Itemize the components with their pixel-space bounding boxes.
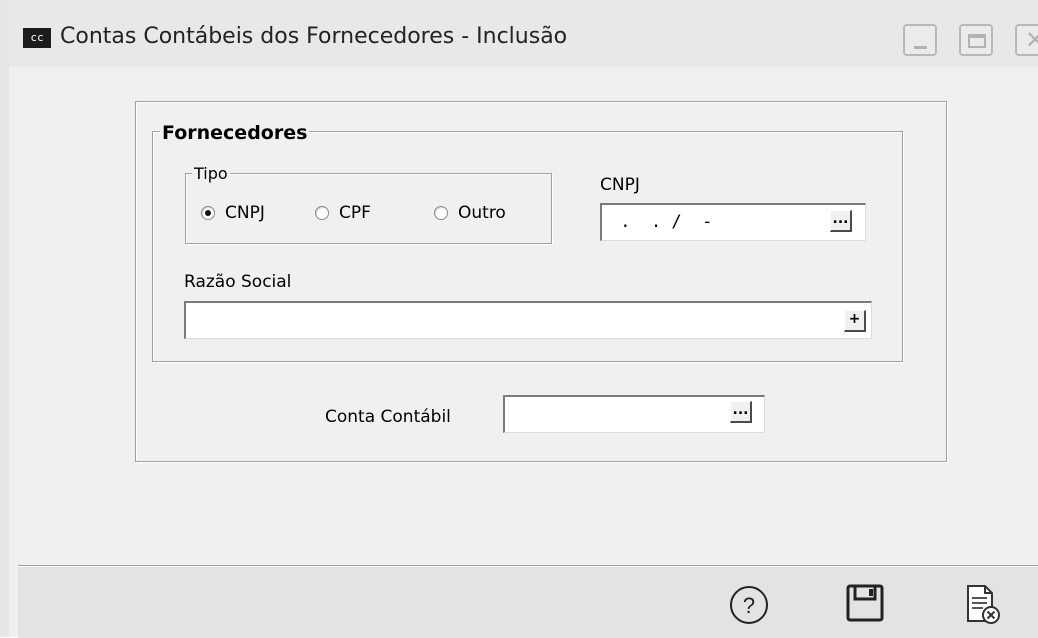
cancel-button[interactable] xyxy=(963,583,1007,627)
conta-contabil-lookup-button[interactable]: ... xyxy=(730,401,752,423)
save-button[interactable] xyxy=(844,583,888,627)
radio-cnpj-label: CNPJ xyxy=(225,203,265,223)
window-title: Contas Contábeis dos Fornecedores - Incl… xyxy=(60,24,568,49)
svg-text:?: ? xyxy=(743,593,755,618)
close-icon: ✕ xyxy=(1024,26,1038,54)
conta-contabil-label: Conta Contábil xyxy=(325,407,451,427)
title-bar[interactable]: cc Contas Contábeis dos Fornecedores - I… xyxy=(9,0,1038,67)
fornecedores-group-title: Fornecedores xyxy=(160,122,310,144)
cnpj-input[interactable]: . . / - xyxy=(600,203,866,241)
radio-checked-icon xyxy=(201,206,215,220)
save-icon xyxy=(846,584,884,622)
radio-unchecked-icon xyxy=(315,206,329,220)
radio-cnpj[interactable]: CNPJ xyxy=(201,203,265,223)
radio-cpf-label: CPF xyxy=(339,203,371,223)
cnpj-lookup-button[interactable]: ... xyxy=(830,210,852,232)
close-button[interactable]: ✕ xyxy=(1015,24,1038,56)
help-icon: ? xyxy=(730,586,768,624)
app-icon: cc xyxy=(23,28,51,48)
minimize-icon xyxy=(905,26,935,54)
bottom-toolbar: ? xyxy=(18,565,1038,638)
window: cc Contas Contábeis dos Fornecedores - I… xyxy=(0,0,1038,638)
cancel-document-icon xyxy=(967,585,1000,624)
maximize-icon xyxy=(961,26,991,54)
radio-outro-label: Outro xyxy=(458,203,506,223)
client-area: Fornecedores Tipo CNPJ CPF Outro CNPJ . … xyxy=(18,67,1038,565)
minimize-button[interactable] xyxy=(903,24,937,56)
radio-cpf[interactable]: CPF xyxy=(315,203,371,223)
maximize-button[interactable] xyxy=(959,24,993,56)
radio-unchecked-icon xyxy=(434,206,448,220)
help-button[interactable]: ? xyxy=(727,583,771,627)
razao-social-label: Razão Social xyxy=(184,272,292,292)
razao-social-add-button[interactable]: + xyxy=(844,310,866,332)
tipo-group-title: Tipo xyxy=(192,164,230,183)
radio-outro[interactable]: Outro xyxy=(434,203,506,223)
conta-contabil-input[interactable] xyxy=(503,395,765,433)
cnpj-label: CNPJ xyxy=(600,175,640,195)
razao-social-input[interactable] xyxy=(184,301,872,339)
